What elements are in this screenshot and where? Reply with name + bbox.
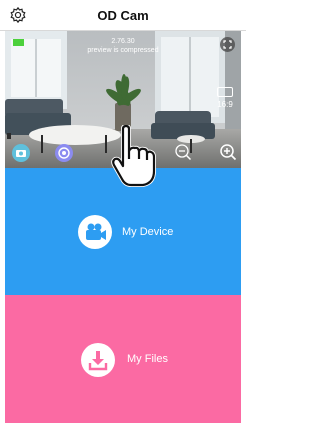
shutter-icon[interactable]: [55, 144, 73, 162]
expand-icon: [223, 40, 232, 49]
aspect-ratio-icon: [217, 87, 233, 97]
fullscreen-button[interactable]: [220, 37, 235, 52]
my-files-button[interactable]: My Files: [5, 295, 241, 423]
zoom-out-icon[interactable]: [174, 143, 192, 161]
preview-status: 2.76.30 preview is compressed: [5, 37, 241, 55]
page-title: OD Cam: [97, 8, 149, 23]
camera-icon[interactable]: [12, 144, 30, 162]
video-camera-icon: [78, 215, 112, 249]
preview-status-text: preview is compressed: [87, 47, 159, 54]
aspect-ratio-button[interactable]: 16:9: [213, 87, 237, 113]
app-header: OD Cam: [0, 0, 246, 31]
download-icon: [81, 343, 115, 377]
zoom-in-icon[interactable]: [219, 143, 237, 161]
pointing-hand-icon: [111, 125, 156, 187]
aspect-ratio-label: 16:9: [217, 100, 233, 109]
my-files-label: My Files: [127, 353, 168, 365]
preview-status-code: 2.76.30: [111, 38, 135, 45]
my-device-label: My Device: [122, 226, 174, 238]
